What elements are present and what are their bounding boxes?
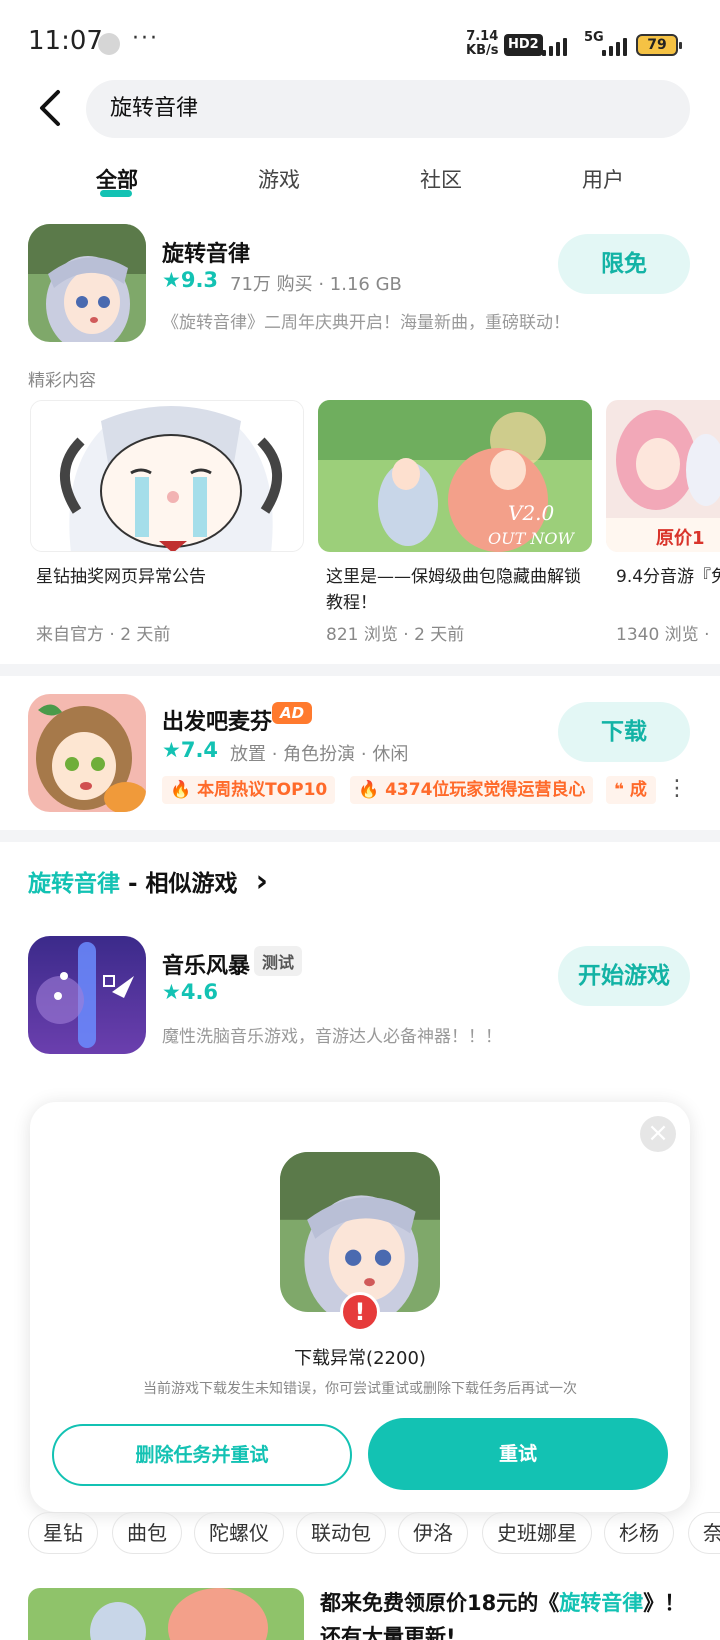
back-arrow-icon [40, 90, 60, 126]
bottom-post-highlight: 旋转音律 [559, 1591, 644, 1615]
svg-text:OUT NOW: OUT NOW [488, 529, 575, 548]
app-description: 《旋转音律》二周年庆典开启！海量新曲，重磅联动！ [162, 313, 570, 333]
network-type: 5G [584, 30, 604, 45]
chip-tag[interactable]: 奈 [688, 1512, 720, 1554]
thumb-overlay-text: V2.0 [508, 501, 555, 525]
more-tags-icon[interactable]: ⋮ [666, 776, 688, 801]
hd-badge: HD2 [504, 34, 543, 56]
ad-badge: AD [272, 702, 313, 724]
app-rating: ★9.3 [162, 268, 219, 292]
hot-tag-2[interactable]: 🔥 4374位玩家觉得运营良心 [350, 776, 594, 804]
bottom-post-title[interactable]: 都来免费领原价18元的《旋转音律》！ 还有大量更新! [320, 1586, 685, 1640]
app-name[interactable]: 旋转音律 [162, 236, 250, 268]
dialog-title: 下载异常(2200) [294, 1348, 426, 1369]
delete-and-retry-button[interactable]: 删除任务并重试 [52, 1424, 352, 1486]
chip-tag[interactable]: 联动包 [296, 1512, 386, 1554]
speed-unit: KB/s [466, 43, 499, 58]
network-speed: 7.14 KB/s [466, 30, 498, 58]
ad-app-name[interactable]: 出发吧麦芬 [162, 704, 272, 736]
dialog-app-icon [280, 1152, 440, 1312]
tab-games[interactable]: 游戏 [258, 164, 300, 194]
download-button[interactable]: 下载 [558, 702, 690, 762]
signal-icon [542, 34, 572, 56]
more-notifications-icon: ··· [132, 26, 159, 51]
app-icon-rotating-rhythm[interactable] [28, 224, 146, 342]
highlight-meta-3: 1340 浏览 · [616, 625, 710, 645]
close-dialog-button[interactable]: × [640, 1116, 676, 1152]
ad-app-rating: ★7.4 [162, 738, 219, 762]
highlight-thumb-1[interactable] [30, 400, 304, 552]
similar-games-label: - 相似游戏 [120, 871, 238, 897]
ad-app-meta: 放置 · 角色扮演 · 休闲 [230, 744, 409, 765]
bottom-post-thumbnail[interactable] [28, 1588, 304, 1640]
section-label: 精彩内容 [28, 371, 96, 391]
chip-tag[interactable]: 陀螺仪 [194, 1512, 284, 1554]
chevron-right-icon: › [255, 864, 268, 899]
bottom-post-line2: 还有大量更新! [320, 1625, 456, 1640]
similar-app-description: 魔性洗脑音乐游戏，音游达人必备神器！！！ [162, 1027, 502, 1047]
similar-games-highlight: 旋转音律 [28, 871, 120, 897]
notification-icon [98, 33, 120, 55]
bottom-post-prefix: 都来免费领原价18元的《 [320, 1591, 560, 1615]
app-icon-muffin[interactable] [28, 694, 146, 812]
active-tab-indicator [100, 190, 132, 197]
highlight-title-1[interactable]: 星钻抽奖网页异常公告 [36, 564, 306, 590]
highlight-thumb-3[interactable]: 原价1 [606, 400, 720, 552]
highlight-title-2[interactable]: 这里是——保姆级曲包隐藏曲解锁教程！ [326, 564, 586, 616]
hot-tag-1[interactable]: 🔥 本周热议TOP10 [162, 776, 336, 804]
hot-tag-3[interactable]: ❝ 成 [606, 776, 656, 804]
battery-icon: 79 [636, 34, 682, 56]
dialog-message: 当前游戏下载发生未知错误，你可尝试重试或删除下载任务后再试一次 [143, 1381, 577, 1397]
search-input[interactable]: 旋转音律 [86, 80, 690, 138]
start-game-button[interactable]: 开始游戏 [558, 946, 690, 1006]
chip-tag[interactable]: 伊洛 [398, 1512, 468, 1554]
error-icon: ! [340, 1292, 380, 1332]
test-badge: 测试 [254, 946, 303, 976]
tab-community[interactable]: 社区 [420, 164, 462, 194]
highlight-meta-2: 821 浏览 · 2 天前 [326, 625, 465, 645]
section-divider-2 [0, 830, 720, 842]
back-button[interactable] [34, 86, 70, 130]
tab-users[interactable]: 用户 [582, 164, 624, 194]
status-time: 11:07 [28, 26, 103, 56]
similar-games-title[interactable]: 旋转音律 - 相似游戏 › [28, 864, 268, 899]
chip-tag[interactable]: 曲包 [112, 1512, 182, 1554]
chip-tag[interactable]: 史班娜星 [482, 1512, 592, 1554]
app-icon-music-storm[interactable] [28, 936, 146, 1054]
highlight-thumb-2[interactable]: V2.0 OUT NOW [318, 400, 592, 552]
similar-app-rating: ★4.6 [162, 980, 219, 1004]
signal-icon-2 [602, 34, 632, 56]
app-meta: 71万 购买 · 1.16 GB [230, 274, 402, 295]
highlight-title-3[interactable]: 9.4分音游『免 [616, 564, 720, 590]
bottom-post-suffix: 》！ [643, 1591, 686, 1615]
retry-button[interactable]: 重试 [368, 1418, 668, 1490]
chip-tag[interactable]: 星钻 [28, 1512, 98, 1554]
section-divider [0, 664, 720, 676]
free-button[interactable]: 限免 [558, 234, 690, 294]
similar-app-name[interactable]: 音乐风暴 [162, 948, 250, 980]
price-badge: 原价1 [656, 528, 705, 549]
highlight-meta-1: 来自官方 · 2 天前 [36, 625, 171, 645]
speed-value: 7.14 [466, 29, 499, 44]
chip-tag[interactable]: 杉杨 [604, 1512, 674, 1554]
